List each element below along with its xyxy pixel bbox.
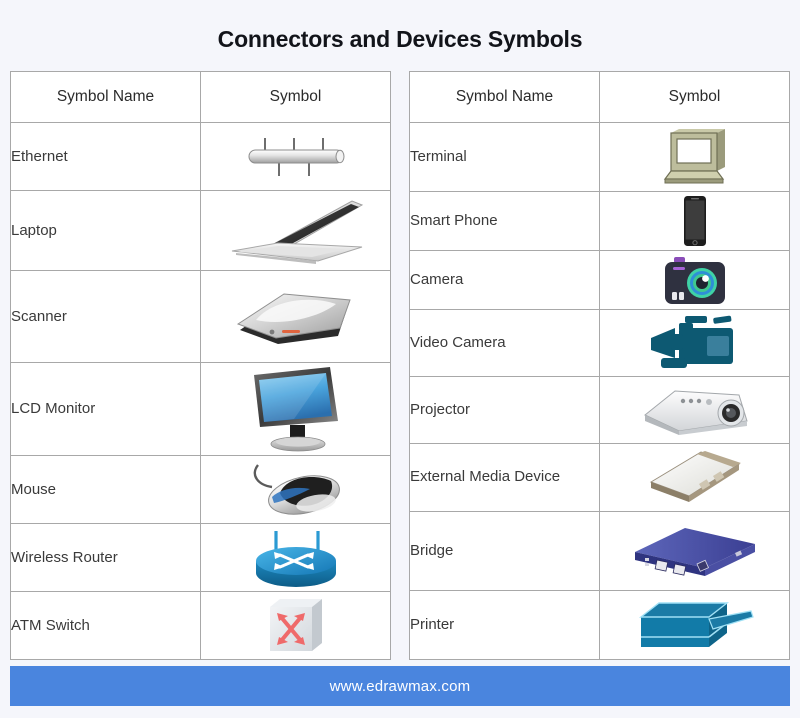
projector-icon [600, 381, 789, 439]
table-row[interactable]: Smart Phone [409, 191, 790, 252]
symbol-cell [599, 191, 790, 252]
page-title: Connectors and Devices Symbols [217, 26, 583, 52]
symbol-cell [599, 376, 790, 445]
column-header-symbol: Symbol [599, 71, 790, 123]
video-camera-icon [600, 314, 789, 372]
symbol-name-terminal: Terminal [409, 121, 600, 193]
table-row[interactable]: ATM Switch [10, 591, 391, 660]
symbol-cell [599, 309, 790, 378]
external-media-device-icon [600, 448, 789, 506]
table-row[interactable]: Scanner [10, 270, 391, 363]
column-header-symbol: Symbol [200, 71, 391, 123]
laptop-icon [201, 195, 390, 267]
ethernet-icon [201, 134, 390, 180]
symbol-cell [200, 270, 391, 363]
symbol-tables-container: Symbol Name Symbol Ethernet Laptop Scann… [0, 71, 800, 661]
symbol-name-mouse: Mouse [10, 455, 201, 524]
scanner-icon [201, 284, 390, 350]
symbol-cell [200, 455, 391, 524]
atm-switch-icon [201, 595, 390, 657]
symbol-name-wireless-router: Wireless Router [10, 523, 201, 592]
symbol-name-scanner: Scanner [10, 270, 201, 363]
symbol-name-laptop: Laptop [10, 190, 201, 271]
symbol-name-video-camera: Video Camera [409, 309, 600, 378]
symbol-cell [200, 591, 391, 660]
symbol-name-lcd-monitor: LCD Monitor [10, 362, 201, 456]
symbol-cell [599, 443, 790, 512]
footer-url[interactable]: www.edrawmax.com [330, 678, 471, 695]
symbol-name-external-media-device: External Media Device [409, 443, 600, 512]
table-header-row: Symbol Name Symbol [409, 71, 790, 123]
printer-icon [600, 597, 789, 653]
table-row[interactable]: Projector [409, 376, 790, 445]
symbol-cell [200, 190, 391, 271]
bridge-icon [600, 522, 789, 580]
right-symbol-table: Symbol Name Symbol Terminal Smart Phone … [409, 71, 790, 661]
table-row[interactable]: Laptop [10, 190, 391, 271]
symbol-name-ethernet: Ethernet [10, 122, 201, 191]
symbol-name-camera: Camera [409, 250, 600, 311]
table-row[interactable]: Mouse [10, 455, 391, 524]
symbol-name-smart-phone: Smart Phone [409, 191, 600, 252]
mouse-icon [201, 459, 390, 521]
column-header-symbol-name: Symbol Name [10, 71, 201, 123]
symbol-name-bridge: Bridge [409, 510, 600, 591]
table-header-row: Symbol Name Symbol [10, 71, 391, 123]
table-row[interactable]: Terminal [409, 121, 790, 193]
symbol-cell [599, 510, 790, 591]
table-row[interactable]: Wireless Router [10, 523, 391, 592]
symbol-cell [599, 250, 790, 311]
symbol-cell [599, 121, 790, 193]
wireless-router-icon [201, 527, 390, 589]
symbol-cell [200, 523, 391, 592]
table-row[interactable]: External Media Device [409, 443, 790, 512]
camera-icon [600, 254, 789, 306]
table-row[interactable]: Camera [409, 250, 790, 311]
footer-bar: www.edrawmax.com [10, 666, 790, 706]
smart-phone-icon [600, 195, 789, 247]
symbol-cell [200, 362, 391, 456]
symbol-cell [599, 589, 790, 661]
table-row[interactable]: LCD Monitor [10, 362, 391, 456]
terminal-icon [600, 127, 789, 187]
symbol-cell [200, 122, 391, 191]
table-row[interactable]: Bridge [409, 510, 790, 591]
table-row[interactable]: Printer [409, 589, 790, 661]
table-row[interactable]: Ethernet [10, 122, 391, 191]
lcd-monitor-icon [201, 363, 390, 455]
symbol-name-printer: Printer [409, 589, 600, 661]
column-header-symbol-name: Symbol Name [409, 71, 600, 123]
symbol-name-projector: Projector [409, 376, 600, 445]
left-symbol-table: Symbol Name Symbol Ethernet Laptop Scann… [10, 71, 391, 660]
table-row[interactable]: Video Camera [409, 309, 790, 378]
symbol-name-atm-switch: ATM Switch [10, 591, 201, 660]
